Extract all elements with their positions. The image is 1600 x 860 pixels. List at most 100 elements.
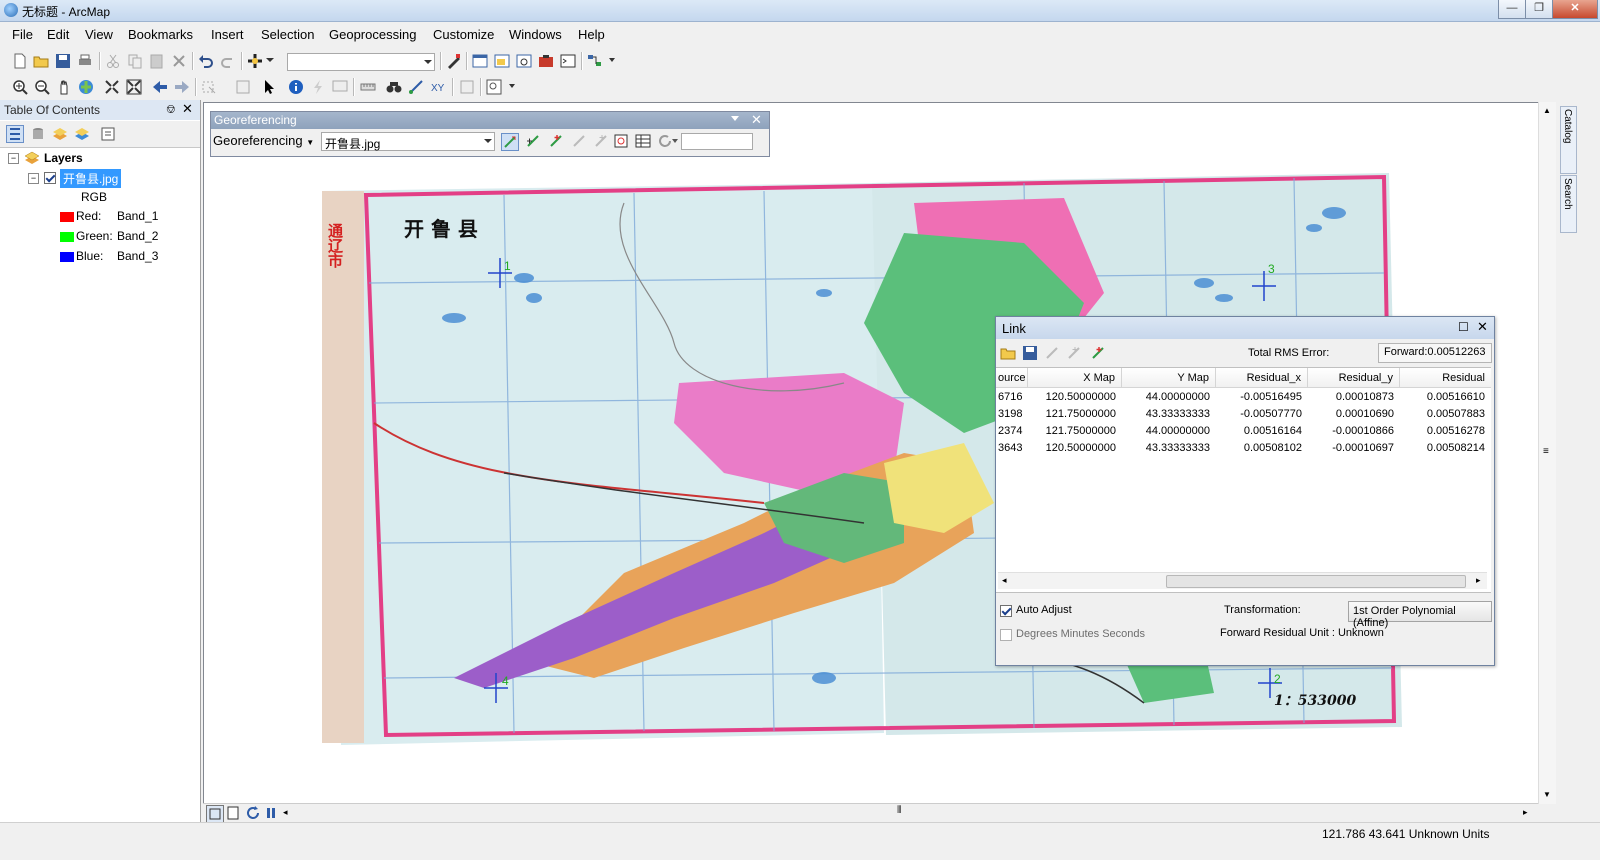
editor-toolbar-icon[interactable] <box>446 53 462 69</box>
paste-icon[interactable] <box>149 53 165 69</box>
map-vertical-scrollbar[interactable]: ▲ ≡ ▼ <box>1538 102 1556 804</box>
rotate-dropdown-arrow-icon[interactable] <box>672 139 678 143</box>
georeferencing-menu[interactable]: Georeferencing ▼ <box>213 133 314 151</box>
menu-help[interactable]: Help <box>578 27 605 42</box>
layer-name[interactable]: 开鲁县.jpg <box>60 169 122 188</box>
column-header-y-map[interactable]: Y Map <box>1122 368 1216 388</box>
identify-icon[interactable] <box>288 79 304 95</box>
link-table-hscrollbar[interactable]: ◂ ▸ <box>998 572 1487 589</box>
open-folder-icon[interactable] <box>33 53 49 69</box>
list-by-visibility-icon[interactable] <box>52 126 68 142</box>
pan-icon[interactable] <box>56 79 72 95</box>
layer-visibility-checkbox[interactable] <box>44 172 56 184</box>
go-back-icon[interactable] <box>152 79 168 95</box>
zoom-to-link-icon[interactable] <box>1044 345 1060 361</box>
column-header-source[interactable]: ource <box>996 368 1028 388</box>
modelbuilder-icon[interactable] <box>587 53 603 69</box>
georeferencing-toolbar-header[interactable]: Georeferencing ✕ <box>211 112 769 129</box>
layout-view-icon[interactable] <box>225 805 241 821</box>
cut-icon[interactable] <box>105 53 121 69</box>
copy-icon[interactable] <box>127 53 143 69</box>
dms-checkbox[interactable] <box>1000 629 1012 641</box>
georef-value-input[interactable] <box>681 133 753 150</box>
scroll-up-icon[interactable]: ▲ <box>1543 106 1551 115</box>
find-route-icon[interactable] <box>408 79 424 95</box>
scale-combo[interactable] <box>287 53 435 71</box>
scroll-down-icon[interactable]: ▼ <box>1543 790 1551 799</box>
undo-icon[interactable] <box>198 53 214 69</box>
layers-root-label[interactable]: Layers <box>44 151 83 165</box>
measure-icon[interactable] <box>360 79 376 95</box>
column-header-x-map[interactable]: X Map <box>1028 368 1122 388</box>
rotate-tool-icon[interactable] <box>501 133 519 151</box>
layers-collapse-toggle[interactable]: − <box>8 153 19 164</box>
toc-options-icon[interactable] <box>100 126 116 142</box>
menu-insert[interactable]: Insert <box>211 27 244 42</box>
data-view-icon[interactable] <box>206 805 224 823</box>
add-control-points-icon[interactable] <box>548 133 564 149</box>
link-window-header[interactable]: Link ☐ ✕ <box>996 317 1494 339</box>
link-close-icon[interactable]: ✕ <box>1477 319 1488 335</box>
find-icon[interactable] <box>386 79 402 95</box>
fixed-zoom-in-icon[interactable] <box>104 79 120 95</box>
load-links-icon[interactable] <box>1000 345 1016 361</box>
column-header-residual-y[interactable]: Residual_y <box>1308 368 1400 388</box>
redo-icon[interactable] <box>220 53 236 69</box>
menu-customize[interactable]: Customize <box>433 27 494 42</box>
menu-view[interactable]: View <box>85 27 113 42</box>
menu-selection[interactable]: Selection <box>261 27 314 42</box>
auto-adjust-checkbox[interactable] <box>1000 605 1012 617</box>
menu-geoprocessing[interactable]: Geoprocessing <box>329 27 416 42</box>
print-icon[interactable] <box>77 53 93 69</box>
list-by-drawing-order-icon[interactable] <box>6 125 24 143</box>
new-document-icon[interactable] <box>12 53 28 69</box>
html-popup-icon[interactable] <box>332 79 348 95</box>
save-links-icon[interactable] <box>1022 345 1038 361</box>
toolbar-options-icon[interactable] <box>609 58 615 62</box>
delete-link-icon[interactable] <box>1090 345 1106 361</box>
shift-tool-icon[interactable] <box>525 133 541 149</box>
create-viewer-icon[interactable] <box>486 79 502 95</box>
catalog-window-icon[interactable] <box>494 53 510 69</box>
select-elements-icon[interactable] <box>262 79 278 95</box>
layer-collapse-toggle[interactable]: − <box>28 173 39 184</box>
search-tab[interactable]: Search <box>1560 175 1577 233</box>
toc-window-icon[interactable] <box>472 53 488 69</box>
hyperlink-icon[interactable] <box>310 79 326 95</box>
menu-edit[interactable]: Edit <box>47 27 69 42</box>
table-scroll-thumb[interactable] <box>1166 575 1466 588</box>
delete-icon[interactable] <box>171 53 187 69</box>
scroll-right-icon[interactable]: ▸ <box>1523 807 1528 818</box>
table-row[interactable]: 2374 121.75000000 44.00000000 0.00516164… <box>996 423 1491 440</box>
georef-toolbar-menu-icon[interactable] <box>731 116 739 121</box>
transformation-select[interactable]: 1st Order Polynomial (Affine) <box>1348 601 1492 629</box>
clear-selection-icon[interactable] <box>235 79 251 95</box>
go-to-xy-icon[interactable]: XY <box>430 79 446 95</box>
fixed-zoom-out-icon[interactable] <box>126 79 142 95</box>
pause-drawing-icon[interactable] <box>263 805 279 821</box>
scroll-left-icon[interactable]: ◂ <box>283 807 288 818</box>
table-row[interactable]: 3643 120.50000000 43.33333333 0.00508102… <box>996 440 1491 457</box>
view-link-table-icon[interactable] <box>635 133 651 149</box>
list-by-source-icon[interactable] <box>30 126 46 142</box>
pan-to-link-icon[interactable] <box>1066 345 1082 361</box>
zoom-to-selected-link-icon[interactable] <box>593 133 609 149</box>
save-icon[interactable] <box>55 53 71 69</box>
refresh-icon[interactable] <box>245 805 261 821</box>
zoom-in-icon[interactable] <box>12 79 28 95</box>
pin-icon[interactable]: ⎊ <box>166 102 176 117</box>
python-window-icon[interactable] <box>560 53 576 69</box>
toc-close-icon[interactable]: ✕ <box>182 101 193 117</box>
menu-bookmarks[interactable]: Bookmarks <box>128 27 193 42</box>
viewer-icon[interactable] <box>613 133 629 149</box>
table-scroll-right-icon[interactable]: ▸ <box>1476 575 1481 586</box>
search-window-icon[interactable] <box>516 53 532 69</box>
column-header-residual[interactable]: Residual <box>1400 368 1491 388</box>
close-button[interactable]: ✕ <box>1552 0 1598 19</box>
arctoolbox-icon[interactable] <box>538 53 554 69</box>
tools-toolbar-options-icon[interactable] <box>509 84 515 88</box>
link-maximize-icon[interactable]: ☐ <box>1458 320 1469 334</box>
menu-windows[interactable]: Windows <box>509 27 562 42</box>
table-scroll-left-icon[interactable]: ◂ <box>1002 575 1007 586</box>
georef-layer-select[interactable]: 开鲁县.jpg <box>321 132 495 151</box>
